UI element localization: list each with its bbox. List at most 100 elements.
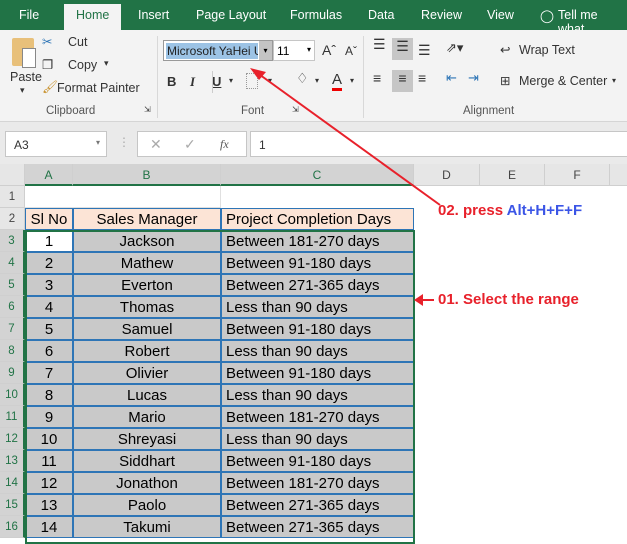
align-bottom-icon[interactable]: ☰ [418,42,431,59]
data-cell[interactable]: 14 [25,516,73,538]
row-header-3[interactable]: 3 [0,230,25,252]
borders-dropdown-icon[interactable]: ▾ [268,76,272,85]
align-right-icon[interactable]: ≡ [418,70,426,86]
data-cell[interactable]: Everton [73,274,221,296]
data-cell[interactable]: 8 [25,384,73,406]
column-header-C[interactable]: C [221,164,414,186]
data-cell[interactable]: Takumi [73,516,221,538]
drag-handle-icon[interactable]: ⋮ [118,135,130,149]
font-dialog-launcher-icon[interactable]: ⇲ [292,105,299,114]
data-cell[interactable]: 13 [25,494,73,516]
orientation-icon[interactable]: ⇗▾ [446,40,463,56]
data-cell[interactable]: 10 [25,428,73,450]
enter-icon[interactable]: ✓ [184,136,196,153]
paste-button[interactable]: Paste [10,70,42,84]
insert-function-button[interactable]: fx [220,137,229,152]
column-header-F[interactable]: F [545,164,610,186]
align-top-icon[interactable]: ☰ [373,36,386,53]
font-size-dropdown-icon[interactable]: ▾ [307,45,311,54]
row-header-6[interactable]: 6 [0,296,25,318]
data-cell[interactable]: 3 [25,274,73,296]
data-cell[interactable]: Less than 90 days [221,384,414,406]
column-header-B[interactable]: B [73,164,221,186]
data-cell[interactable]: Samuel [73,318,221,340]
decrease-indent-icon[interactable]: ⇤ [446,70,457,86]
data-cell[interactable]: 5 [25,318,73,340]
data-cell[interactable]: Between 181-270 days [221,406,414,428]
format-painter-button[interactable]: Format Painter [57,81,140,95]
row-header-12[interactable]: 12 [0,428,25,450]
font-name-box[interactable]: Microsoft YaHei U ▾ [163,40,273,61]
name-box-dropdown-icon[interactable]: ▾ [96,138,100,147]
tab-data[interactable]: Data [368,8,394,22]
data-cell[interactable]: Shreyasi [73,428,221,450]
data-cell[interactable]: Thomas [73,296,221,318]
bold-button[interactable]: B [167,74,176,89]
merge-dropdown-icon[interactable]: ▾ [612,76,616,85]
data-cell[interactable]: Between 91-180 days [221,252,414,274]
data-cell[interactable]: Less than 90 days [221,428,414,450]
font-name-dropdown-icon[interactable]: ▾ [259,41,272,60]
font-size-box[interactable]: 11 ▾ [273,40,315,61]
data-cell[interactable]: Between 91-180 days [221,362,414,384]
wrap-text-button[interactable]: Wrap Text [519,43,575,57]
tab-home[interactable]: Home [64,4,122,30]
decrease-font-icon[interactable]: Aˇ [345,44,357,58]
data-cell[interactable]: Between 271-365 days [221,494,414,516]
row-header-10[interactable]: 10 [0,384,25,406]
align-middle-icon[interactable]: ☰ [392,38,413,60]
data-cell[interactable]: Between 181-270 days [221,472,414,494]
tab-formulas[interactable]: Formulas [290,8,342,22]
row-header-11[interactable]: 11 [0,406,25,428]
cut-button[interactable]: Cut [68,35,87,49]
data-cell[interactable]: Mario [73,406,221,428]
font-size-input[interactable]: 11 [277,44,289,58]
data-cell[interactable]: Between 271-365 days [221,516,414,538]
data-cell[interactable]: 7 [25,362,73,384]
data-cell[interactable]: Less than 90 days [221,296,414,318]
row-header-2[interactable]: 2 [0,208,25,230]
data-cell[interactable]: Between 91-180 days [221,318,414,340]
data-cell[interactable]: 9 [25,406,73,428]
tab-page-layout[interactable]: Page Layout [196,8,266,22]
header-cell[interactable]: Sales Manager [73,208,221,230]
data-cell[interactable]: Between 271-365 days [221,274,414,296]
fill-dropdown-icon[interactable]: ▾ [315,76,319,85]
row-header-14[interactable]: 14 [0,472,25,494]
data-cell[interactable]: Lucas [73,384,221,406]
tab-file[interactable]: File [19,8,39,22]
row-header-1[interactable]: 1 [0,186,25,208]
paste-dropdown-icon[interactable]: ▾ [20,85,25,96]
row-header-15[interactable]: 15 [0,494,25,516]
data-cell[interactable]: Jackson [73,230,221,252]
header-cell[interactable]: Project Completion Days [221,208,414,230]
data-cell[interactable]: 12 [25,472,73,494]
increase-indent-icon[interactable]: ⇥ [468,70,479,86]
data-cell[interactable]: Between 181-270 days [221,230,414,252]
align-left-icon[interactable]: ≡ [373,70,381,86]
fill-color-icon[interactable]: ♢ [296,70,309,87]
column-header-next[interactable] [610,164,627,186]
row-header-7[interactable]: 7 [0,318,25,340]
row-header-9[interactable]: 9 [0,362,25,384]
tab-insert[interactable]: Insert [138,8,169,22]
font-name-input[interactable]: Microsoft YaHei U [166,43,258,59]
data-cell[interactable]: Less than 90 days [221,340,414,362]
data-cell[interactable]: 11 [25,450,73,472]
italic-button[interactable]: I [190,74,195,90]
underline-dropdown-icon[interactable]: ▾ [229,76,233,85]
data-cell[interactable]: Paolo [73,494,221,516]
merge-center-button[interactable]: Merge & Center [519,74,607,88]
cancel-icon[interactable]: ✕ [150,136,162,153]
formula-input[interactable]: 1 [250,131,627,157]
row-header-13[interactable]: 13 [0,450,25,472]
data-cell[interactable]: 2 [25,252,73,274]
row-header-16[interactable]: 16 [0,516,25,538]
row-header-5[interactable]: 5 [0,274,25,296]
font-color-button[interactable]: A [332,71,343,91]
header-cell[interactable]: Sl No [25,208,73,230]
data-cell[interactable]: Between 91-180 days [221,450,414,472]
data-cell[interactable]: Siddhart [73,450,221,472]
tab-view[interactable]: View [487,8,514,22]
data-cell[interactable]: Jonathon [73,472,221,494]
